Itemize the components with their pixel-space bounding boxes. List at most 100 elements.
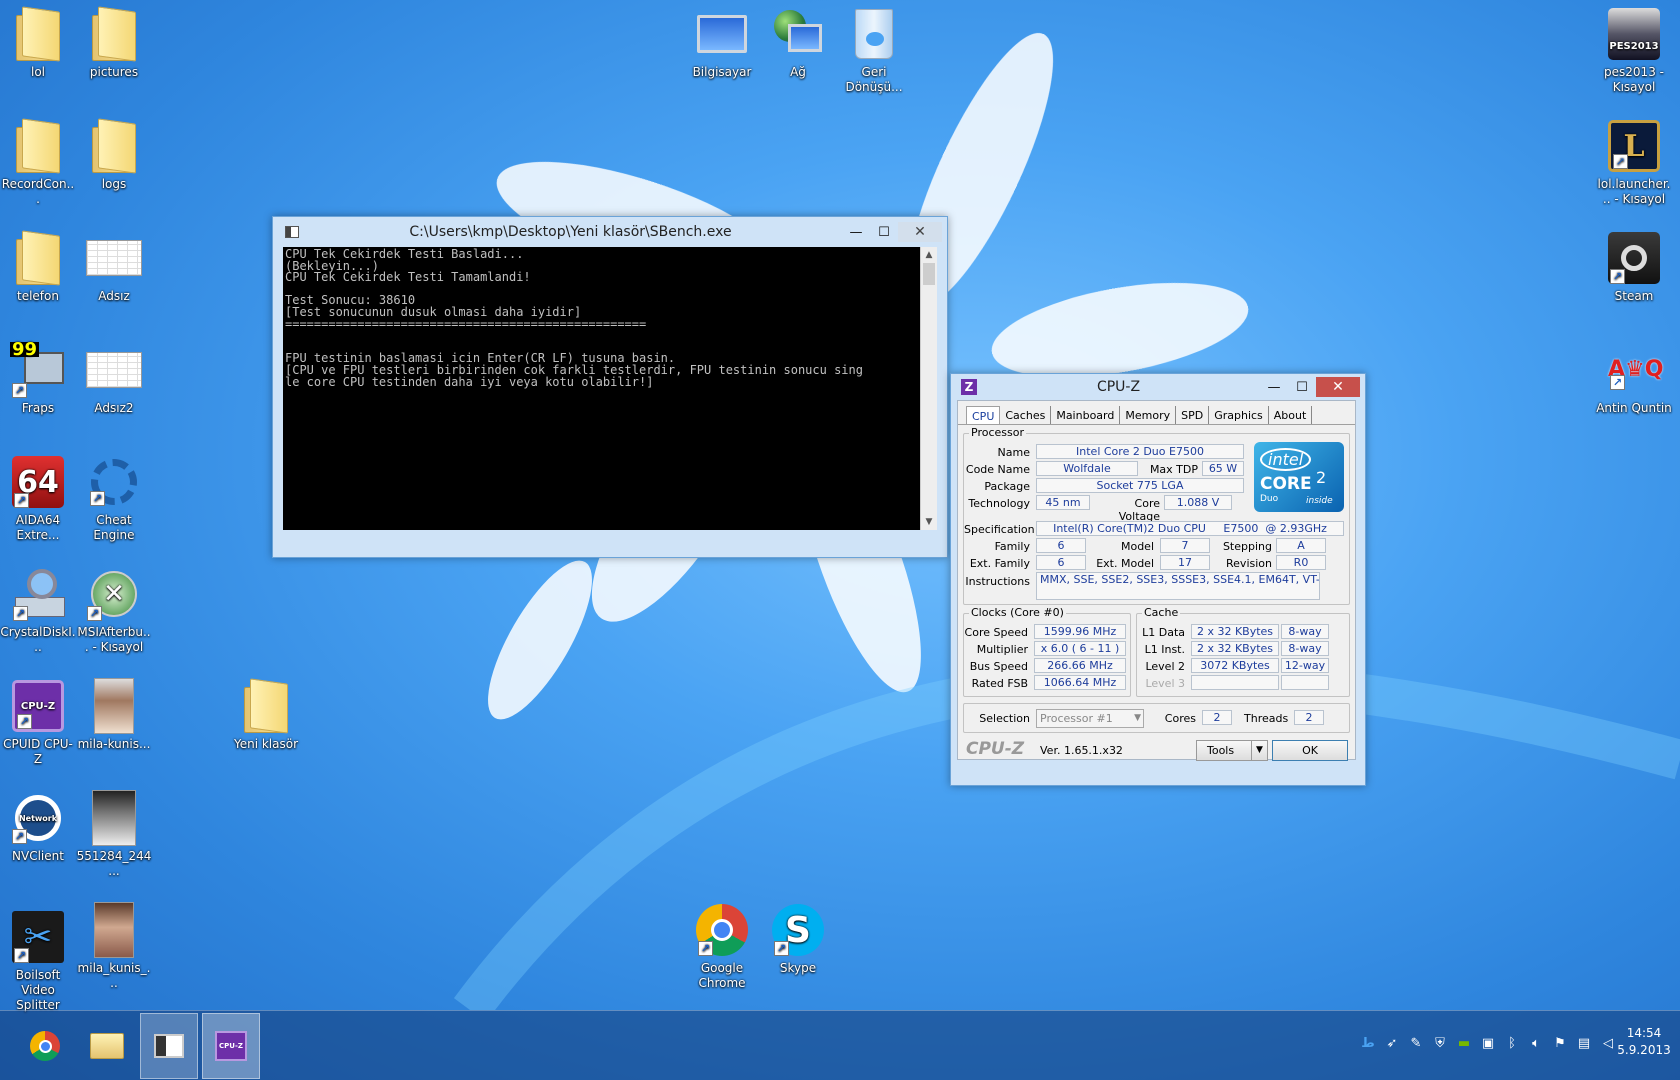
desktop-icon-fraps[interactable]: 99 ↗ Fraps bbox=[0, 341, 76, 416]
taskbar-chrome-button[interactable] bbox=[16, 1013, 74, 1079]
taskbar-explorer-button[interactable] bbox=[78, 1013, 136, 1079]
cpuz-close-button[interactable]: ✕ bbox=[1316, 377, 1360, 397]
selection-dropdown[interactable]: Processor #1 ▼ bbox=[1036, 709, 1144, 728]
stepping-label: Stepping bbox=[1222, 540, 1272, 553]
desktop-icon-pictures[interactable]: pictures bbox=[76, 5, 152, 80]
desktop-icon-pes2013[interactable]: PES2013 pes2013 - Kısayol bbox=[1596, 5, 1672, 95]
console-line: CPU Tek Cekirdek Testi Tamamlandi! bbox=[285, 270, 531, 285]
tray-monitor-icon[interactable]: ▣ bbox=[1480, 1035, 1496, 1053]
cpuz-maximize-button[interactable]: ☐ bbox=[1288, 377, 1316, 397]
desktop-icon-crystaldisk[interactable]: ↗ CrystalDiskI... bbox=[0, 565, 76, 655]
desktop-icon-nvclient[interactable]: Network ↗ NVClient bbox=[0, 789, 76, 864]
console-titlebar[interactable]: C:\Users\kmp\Desktop\Yeni klasör\SBench.… bbox=[273, 217, 947, 247]
chrome-icon bbox=[30, 1031, 60, 1061]
console-line: ========================================… bbox=[285, 316, 647, 331]
cpuz-icon: CPU-Z ↗ bbox=[12, 680, 64, 732]
console-scrollbar[interactable]: ▲ ▼ bbox=[920, 247, 937, 530]
cpuz-minimize-button[interactable]: — bbox=[1260, 377, 1288, 397]
cpuz-tabs: CPU Caches Mainboard Memory SPD Graphics… bbox=[958, 401, 1355, 425]
cores-value: 2 bbox=[1202, 710, 1232, 725]
console-window[interactable]: C:\Users\kmp\Desktop\Yeni klasör\SBench.… bbox=[272, 216, 948, 558]
bus-speed-value: 266.66 MHz bbox=[1034, 658, 1126, 673]
ok-button[interactable]: OK bbox=[1272, 740, 1348, 761]
scroll-thumb[interactable] bbox=[923, 263, 935, 285]
core-speed-label: Core Speed bbox=[964, 626, 1028, 639]
desktop-icon-geri-donusum[interactable]: Geri Dönüşü... bbox=[836, 5, 912, 95]
taskbar-clock[interactable]: 14:54 5.9.2013 bbox=[1614, 1025, 1674, 1059]
desktop-icon-yeni-klasor[interactable]: Yeni klasör bbox=[228, 677, 304, 752]
desktop-icon-antin-quntin[interactable]: A♛Q ↗ Antin Quntin bbox=[1596, 341, 1672, 416]
tray-language-indicator[interactable]: ط bbox=[1360, 1035, 1376, 1053]
tray-app-icon[interactable]: ✎ bbox=[1408, 1035, 1424, 1053]
taskbar-cpuz-button[interactable]: CPU-Z bbox=[202, 1013, 260, 1079]
core-voltage-label: Core Voltage bbox=[1118, 497, 1160, 523]
desktop-icon-adsiz[interactable]: Adsız bbox=[76, 229, 152, 304]
scroll-up-arrow-icon[interactable]: ▲ bbox=[921, 247, 937, 263]
tab-memory[interactable]: Memory bbox=[1120, 406, 1177, 424]
l1-data-label: L1 Data bbox=[1142, 626, 1185, 639]
tray-flag-icon[interactable]: ⚑ bbox=[1552, 1035, 1568, 1053]
console-close-button[interactable]: ✕ bbox=[898, 222, 942, 242]
tray-network-icon[interactable]: ▤ bbox=[1576, 1035, 1592, 1053]
desktop-icon-msiafterburner[interactable]: ✕ ↗ MSIAfterbu... - Kısayol bbox=[76, 565, 152, 655]
cpuz-window[interactable]: Z CPU-Z — ☐ ✕ CPU Caches Mainboard Memor… bbox=[950, 373, 1366, 786]
desktop-icon-mila-kunis[interactable]: mila-kunis... bbox=[76, 677, 152, 752]
l1-inst-label: L1 Inst. bbox=[1144, 643, 1185, 656]
multiplier-value: x 6.0 ( 6 - 11 ) bbox=[1034, 641, 1126, 656]
technology-label: Technology bbox=[968, 497, 1030, 510]
ext-family-value: 6 bbox=[1036, 555, 1086, 570]
desktop-icon-recordcon[interactable]: RecordCon... bbox=[0, 117, 76, 207]
desktop-icon-skype[interactable]: S ↗ Skype bbox=[760, 901, 836, 976]
l1-inst-value: 2 x 32 KBytes bbox=[1191, 641, 1279, 656]
threads-label: Threads bbox=[1244, 712, 1289, 725]
max-tdp-value: 65 W bbox=[1202, 461, 1244, 476]
desktop-icon-lol[interactable]: lol bbox=[0, 5, 76, 80]
console-minimize-button[interactable]: — bbox=[842, 222, 870, 242]
revision-value: R0 bbox=[1276, 555, 1326, 570]
console-maximize-button[interactable]: ☐ bbox=[870, 222, 898, 242]
tray-shield-icon[interactable]: ⛨ bbox=[1432, 1035, 1448, 1053]
folder-icon bbox=[244, 681, 288, 733]
core-speed-value: 1599.96 MHz bbox=[1034, 624, 1126, 639]
desktop-icon-ag[interactable]: Ağ bbox=[760, 5, 836, 80]
desktop-icon-logs[interactable]: logs bbox=[76, 117, 152, 192]
processor-group: Processor Name Intel Core 2 Duo E7500 Co… bbox=[963, 426, 1350, 605]
spreadsheet-icon bbox=[86, 352, 142, 388]
desktop-icon-adsiz2[interactable]: Adsız2 bbox=[76, 341, 152, 416]
desktop-icon-steam[interactable]: ↗ Steam bbox=[1596, 229, 1672, 304]
cpuz-titlebar[interactable]: Z CPU-Z — ☐ ✕ bbox=[951, 374, 1365, 400]
scissors-icon: ✂ ↗ bbox=[12, 911, 64, 963]
desktop-icon-bilgisayar[interactable]: Bilgisayar bbox=[684, 5, 760, 80]
photo-thumbnail-icon bbox=[92, 790, 136, 846]
computer-icon bbox=[697, 15, 747, 53]
desktop-icon-551284[interactable]: 551284_244... bbox=[76, 789, 152, 879]
tray-volume-icon[interactable]: 🔈︎ bbox=[1528, 1035, 1544, 1053]
desktop-icon-mila-kunis-2[interactable]: mila_kunis_... bbox=[76, 901, 152, 991]
tab-caches[interactable]: Caches bbox=[1000, 406, 1052, 424]
tab-spd[interactable]: SPD bbox=[1176, 406, 1210, 424]
tab-about[interactable]: About bbox=[1269, 406, 1313, 424]
taskbar-console-button[interactable] bbox=[140, 1013, 198, 1079]
desktop-icon-boilsoft[interactable]: ✂ ↗ Boilsoft Video Splitter bbox=[0, 908, 76, 1013]
desktop-icon-cpuz[interactable]: CPU-Z ↗ CPUID CPU-Z bbox=[0, 677, 76, 767]
tray-bluetooth-icon[interactable]: ᛒ bbox=[1504, 1035, 1520, 1053]
selection-label: Selection bbox=[979, 712, 1030, 725]
ext-model-label: Ext. Model bbox=[1096, 557, 1154, 570]
tab-graphics[interactable]: Graphics bbox=[1209, 406, 1269, 424]
scroll-down-arrow-icon[interactable]: ▼ bbox=[921, 514, 937, 530]
desktop-icon-lol-launcher[interactable]: L ↗ lol.launcher... - Kısayol bbox=[1596, 117, 1672, 207]
desktop-icon-google-chrome[interactable]: ↗ Google Chrome bbox=[684, 901, 760, 991]
desktop-icon-cheat-engine[interactable]: ↗ Cheat Engine bbox=[76, 453, 152, 543]
family-value: 6 bbox=[1036, 538, 1086, 553]
tray-pointer-icon[interactable]: ➶ bbox=[1384, 1035, 1400, 1053]
desktop-icon-telefon[interactable]: telefon bbox=[0, 229, 76, 304]
tab-mainboard[interactable]: Mainboard bbox=[1051, 406, 1121, 424]
tab-cpu[interactable]: CPU bbox=[966, 406, 1001, 424]
desktop-icon-aida64[interactable]: 64 ↗ AIDA64 Extre... bbox=[0, 453, 76, 543]
console-output[interactable]: CPU Tek Cekirdek Testi Basladi... (Bekley… bbox=[283, 247, 920, 530]
tools-button[interactable]: Tools ▼ bbox=[1196, 740, 1268, 761]
ext-family-label: Ext. Family bbox=[969, 557, 1030, 570]
instructions-value: MMX, SSE, SSE2, SSE3, SSSE3, SSE4.1, EM6… bbox=[1036, 572, 1320, 600]
tray-gpu-icon[interactable]: ▬ bbox=[1456, 1035, 1472, 1053]
model-label: Model bbox=[1120, 540, 1154, 553]
